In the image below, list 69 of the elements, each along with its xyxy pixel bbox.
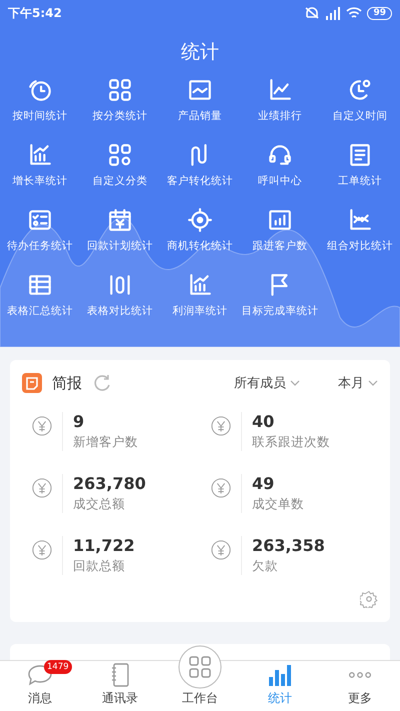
shortcut-item[interactable]: 客户转化统计 (160, 142, 240, 198)
shortcut-icon (347, 207, 373, 233)
metric-value: 11,722 (73, 536, 135, 555)
battery-indicator: 99 (367, 6, 392, 20)
shortcut-item[interactable]: 呼叫中心 (240, 142, 320, 198)
shortcut-icon (107, 207, 133, 233)
shortcut-icon (267, 77, 293, 103)
metric-label: 回款总额 (73, 558, 126, 575)
yen-icon (32, 478, 52, 498)
card-title: 简报 (52, 374, 82, 392)
shortcut-icon (27, 77, 53, 103)
shortcut-item[interactable]: 按分类统计 (80, 77, 160, 133)
metric-label: 欠款 (252, 558, 279, 575)
shortcut-item[interactable]: 利润率统计 (160, 272, 240, 328)
shortcut-item[interactable]: 待办任务统计 (0, 207, 80, 263)
shortcut-item[interactable]: 自定义分类 (80, 142, 160, 198)
shortcut-item[interactable]: 按时间统计 (0, 77, 80, 133)
metric-value: 263,780 (73, 474, 146, 493)
tab-item[interactable]: 1479 消息 (0, 661, 80, 711)
metric-value: 9 (73, 412, 86, 431)
yen-icon (211, 478, 231, 498)
tab-item[interactable]: 通讯录 (80, 661, 160, 711)
shortcut-item[interactable]: 表格汇总统计 (0, 272, 80, 328)
report-icon (22, 373, 42, 393)
shortcut-icon (107, 142, 133, 168)
shortcut-item[interactable]: 商机转化统计 (160, 207, 240, 263)
yen-icon (32, 416, 52, 436)
shortcut-item[interactable]: 跟进客户数 (240, 207, 320, 263)
yen-icon (211, 540, 231, 560)
page-title: 统计 (180, 40, 220, 65)
settings-icon[interactable] (360, 590, 378, 608)
tab-item[interactable]: 更多 (320, 661, 400, 711)
shortcut-item[interactable]: 业绩排行 (240, 77, 320, 133)
metric-label: 成交总额 (73, 496, 126, 513)
member-filter[interactable]: 所有成员 (234, 374, 300, 392)
shortcut-icon (187, 207, 213, 233)
caret-icon (290, 380, 300, 386)
shortcut-item[interactable]: 表格对比统计 (80, 272, 160, 328)
tab-item[interactable]: 统计 (240, 661, 320, 711)
metric-label: 成交单数 (252, 496, 304, 513)
more-icon (349, 672, 371, 678)
signal-icon (325, 6, 342, 20)
metric-value: 49 (252, 474, 276, 493)
wifi-icon (346, 6, 362, 20)
caret-icon (368, 380, 378, 386)
shortcut-icon (187, 272, 213, 298)
refresh-icon[interactable] (92, 373, 112, 393)
shortcut-icon (27, 142, 53, 168)
mute-icon (304, 6, 320, 20)
shortcut-icon (107, 77, 133, 103)
shortcut-item[interactable]: 回款计划统计 (80, 207, 160, 263)
metric-label: 联系跟进次数 (252, 434, 330, 451)
yen-icon (211, 416, 231, 436)
shortcut-item[interactable]: 目标完成率统计 (240, 272, 320, 328)
shortcut-item[interactable]: 增长率统计 (0, 142, 80, 198)
tab-item[interactable]: 工作台 (160, 643, 240, 711)
shortcut-item[interactable]: 工单统计 (320, 142, 400, 198)
metric-label: 新增客户数 (73, 434, 138, 451)
metric-value: 263,358 (252, 536, 325, 555)
yen-icon (32, 540, 52, 560)
period-filter[interactable]: 本月 (338, 374, 378, 392)
status-time: 下午5:42 (8, 4, 62, 22)
shortcut-item[interactable]: 组合对比统计 (320, 207, 400, 263)
shortcut-item[interactable]: 产品销量 (160, 77, 240, 133)
shortcut-icon (347, 77, 373, 103)
shortcut-item[interactable]: 自定义时间 (320, 77, 400, 133)
metric-value: 40 (252, 412, 276, 431)
unread-badge: 1479 (44, 660, 72, 674)
bar-chart-icon (266, 663, 294, 687)
